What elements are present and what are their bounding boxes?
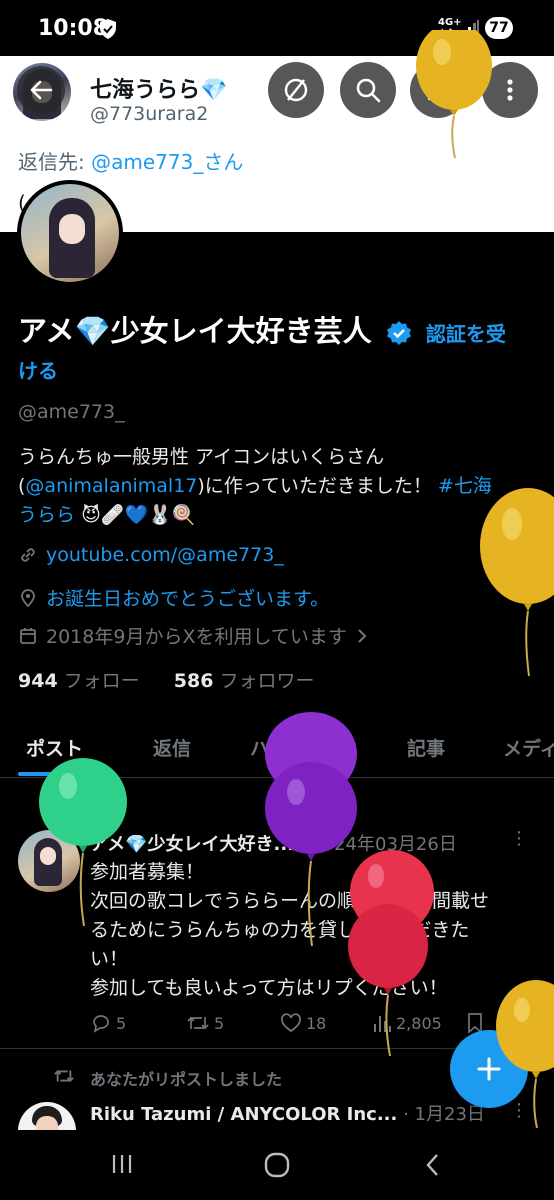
post2-author-name[interactable]: Riku Tazumi / ANYCOLOR Inc... bbox=[90, 1104, 397, 1125]
back-nav-button[interactable] bbox=[422, 1152, 444, 1178]
tab-articles[interactable]: 記事 bbox=[407, 734, 445, 761]
bio-emojis: 😈🩹💙🐰🍭 bbox=[81, 504, 196, 526]
reply-mention-link[interactable]: @ame773_さん bbox=[91, 150, 243, 174]
reply-icon bbox=[93, 1015, 109, 1033]
joined-row[interactable]: 2018年9月からXを利用しています bbox=[18, 622, 369, 649]
search-icon bbox=[356, 78, 381, 103]
profile-name: アメ💎少女レイ大好き芸人 bbox=[18, 314, 372, 348]
back-button[interactable] bbox=[17, 66, 65, 114]
joined-text: 2018年9月からXを利用しています bbox=[46, 626, 347, 648]
reply-button[interactable]: 5 bbox=[90, 1012, 126, 1034]
search-button[interactable] bbox=[340, 62, 396, 118]
system-nav-bar bbox=[0, 1130, 554, 1200]
reply-to-line: 返信先: @ame773_さん bbox=[18, 150, 244, 174]
profile-bio: うらんちゅ一般男性 アイコンはいくらさん (@animalanimal17)に作… bbox=[18, 443, 538, 530]
balloon-green bbox=[39, 758, 127, 927]
verified-badge-icon bbox=[386, 321, 411, 345]
profile-handle: @ame773_ bbox=[18, 401, 125, 423]
website-row: youtube.com/@ame773_ bbox=[18, 544, 284, 566]
get-verified-link-continued[interactable]: ける bbox=[18, 355, 58, 384]
shield-icon bbox=[100, 19, 116, 39]
like-button[interactable]: 18 bbox=[280, 1012, 326, 1034]
tab-media[interactable]: メディ bbox=[503, 734, 554, 761]
balloon-red-pair bbox=[348, 850, 434, 1057]
post-actions: 5 5 18 2,805 bbox=[90, 1012, 500, 1036]
calendar-icon bbox=[20, 627, 36, 644]
location-icon bbox=[21, 588, 35, 607]
tab-replies[interactable]: 返信 bbox=[153, 734, 191, 761]
following-link[interactable]: 944 フォロー bbox=[18, 670, 140, 692]
profile-name-row: アメ💎少女レイ大好き芸人 認証を受 bbox=[18, 313, 528, 352]
balloon-yellow-right bbox=[480, 488, 554, 677]
profile-avatar[interactable] bbox=[17, 180, 123, 286]
recent-apps-button[interactable] bbox=[110, 1152, 134, 1176]
back-arrow-icon bbox=[30, 80, 53, 100]
repost-indicator-icon bbox=[54, 1070, 74, 1082]
no-notifications-icon bbox=[284, 78, 308, 102]
more-vertical-icon bbox=[507, 79, 513, 101]
birthday-text: お誕生日おめでとうございます。 bbox=[46, 588, 330, 610]
website-link[interactable]: youtube.com/@ame773_ bbox=[46, 544, 284, 566]
header-display-name: 七海うらら💎 bbox=[90, 78, 228, 103]
repost-icon bbox=[187, 1016, 209, 1030]
follow-stats: 944 フォロー 586 フォロワー bbox=[18, 666, 314, 693]
post2-header: Riku Tazumi / ANYCOLOR Inc... · 1月23日 bbox=[90, 1100, 485, 1126]
tab-posts[interactable]: ポスト bbox=[26, 734, 83, 761]
bio-mention-link[interactable]: @animalanimal17 bbox=[25, 475, 197, 497]
like-icon bbox=[281, 1013, 301, 1033]
post2-date: · 1月23日 bbox=[397, 1104, 485, 1125]
bio-hashtag-link-continued[interactable]: うらら bbox=[18, 504, 75, 526]
balloon-yellow-top bbox=[416, 30, 492, 159]
repost-label: あなたがリポストしました bbox=[90, 1070, 283, 1089]
birthday-row: お誕生日おめでとうございます。 bbox=[18, 584, 329, 611]
home-button[interactable] bbox=[264, 1152, 290, 1178]
post-more-button[interactable]: ⋮ bbox=[510, 828, 528, 849]
balloon-yellow-bottom bbox=[496, 980, 554, 1129]
followers-link[interactable]: 586 フォロワー bbox=[174, 670, 315, 692]
header-handle: @773urara2 bbox=[90, 103, 209, 125]
link-icon bbox=[21, 548, 35, 562]
chevron-right-icon bbox=[358, 628, 367, 643]
repost-button[interactable]: 5 bbox=[186, 1012, 224, 1034]
notifications-button[interactable] bbox=[268, 62, 324, 118]
get-verified-link[interactable]: 認証を受 bbox=[426, 322, 506, 346]
